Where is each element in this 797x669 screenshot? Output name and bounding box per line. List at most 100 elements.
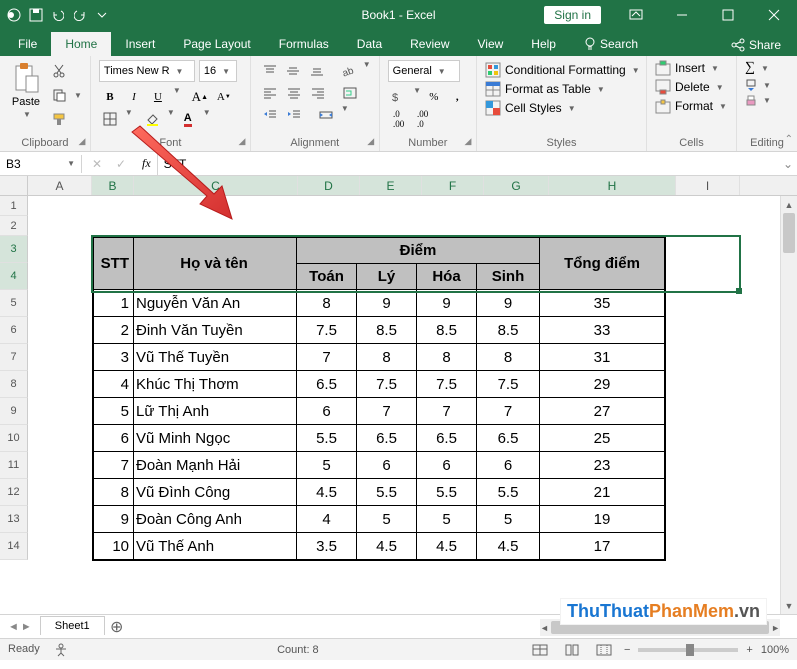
- column-header[interactable]: F: [422, 176, 484, 195]
- cell-stt[interactable]: 7: [94, 452, 134, 479]
- accessibility-icon[interactable]: [54, 643, 68, 657]
- cell-hoa[interactable]: 8.5: [417, 317, 477, 344]
- cell-toan[interactable]: 4: [297, 506, 357, 533]
- conditional-formatting-button[interactable]: Conditional Formatting▼: [485, 62, 638, 78]
- cell-stt[interactable]: 2: [94, 317, 134, 344]
- cell-total[interactable]: 21: [540, 479, 665, 506]
- cell-stt[interactable]: 6: [94, 425, 134, 452]
- cell-ly[interactable]: 6.5: [357, 425, 417, 452]
- bold-button[interactable]: B: [99, 86, 121, 108]
- page-break-view-icon[interactable]: [592, 641, 616, 659]
- cell-total[interactable]: 29: [540, 371, 665, 398]
- cell-sinh[interactable]: 7.5: [477, 371, 540, 398]
- font-color-icon[interactable]: A: [177, 108, 199, 130]
- cell-stt[interactable]: 1: [94, 290, 134, 317]
- cell-hoa[interactable]: 8: [417, 344, 477, 371]
- wrap-text-icon[interactable]: [339, 82, 361, 104]
- italic-button[interactable]: I: [123, 86, 145, 108]
- tell-me-search[interactable]: Search: [570, 32, 652, 56]
- enter-formula-icon[interactable]: ✓: [110, 153, 132, 175]
- new-sheet-button[interactable]: ⊕: [105, 617, 129, 637]
- sheet-nav-prev-icon[interactable]: ◄: [8, 621, 19, 633]
- cell-hoa[interactable]: 7: [417, 398, 477, 425]
- increase-decimal-icon[interactable]: .0.00: [388, 108, 410, 130]
- cell-ly[interactable]: 7.5: [357, 371, 417, 398]
- dialog-launcher-font[interactable]: ◢: [236, 135, 248, 147]
- cell-name[interactable]: Vũ Đình Công: [134, 479, 297, 506]
- row-header[interactable]: 6: [0, 317, 28, 344]
- align-middle-icon[interactable]: [282, 60, 303, 82]
- cell-ly[interactable]: 8.5: [357, 317, 417, 344]
- cell-hoa[interactable]: 7.5: [417, 371, 477, 398]
- sheet-tab-active[interactable]: Sheet1: [40, 616, 105, 635]
- tab-view[interactable]: View: [464, 32, 518, 56]
- zoom-in-button[interactable]: +: [746, 644, 752, 656]
- cell-name[interactable]: Đoàn Mạnh Hải: [134, 452, 297, 479]
- format-painter-icon[interactable]: [48, 108, 70, 130]
- cell-hoa[interactable]: 6: [417, 452, 477, 479]
- align-right-icon[interactable]: [307, 82, 329, 104]
- tab-home[interactable]: Home: [51, 32, 111, 56]
- cell-stt[interactable]: 10: [94, 533, 134, 560]
- cell-stt[interactable]: 8: [94, 479, 134, 506]
- th-sinh[interactable]: Sinh: [477, 264, 540, 290]
- normal-view-icon[interactable]: [528, 641, 552, 659]
- scroll-left-icon[interactable]: ◄: [540, 619, 549, 636]
- save-icon[interactable]: [28, 7, 44, 23]
- cell-total[interactable]: 33: [540, 317, 665, 344]
- row-header[interactable]: 1: [0, 196, 28, 216]
- table-row[interactable]: 4Khúc Thị Thơm6.57.57.57.529: [94, 371, 665, 398]
- scroll-down-icon[interactable]: ▼: [781, 597, 797, 614]
- column-header[interactable]: A: [28, 176, 92, 195]
- cell-name[interactable]: Đoàn Công Anh: [134, 506, 297, 533]
- row-header[interactable]: 2: [0, 216, 28, 236]
- cell-name[interactable]: Vũ Minh Ngọc: [134, 425, 297, 452]
- cell-toan[interactable]: 6: [297, 398, 357, 425]
- cell-toan[interactable]: 7: [297, 344, 357, 371]
- cell-stt[interactable]: 5: [94, 398, 134, 425]
- tab-data[interactable]: Data: [343, 32, 396, 56]
- cell-toan[interactable]: 5.5: [297, 425, 357, 452]
- cell-ly[interactable]: 5.5: [357, 479, 417, 506]
- cell-sinh[interactable]: 4.5: [477, 533, 540, 560]
- cut-icon[interactable]: [48, 60, 70, 82]
- cell-ly[interactable]: 8: [357, 344, 417, 371]
- th-toan[interactable]: Toán: [297, 264, 357, 290]
- cell-toan[interactable]: 5: [297, 452, 357, 479]
- scroll-up-icon[interactable]: ▲: [781, 196, 797, 213]
- qat-customize-icon[interactable]: [94, 7, 110, 23]
- tab-page-layout[interactable]: Page Layout: [169, 32, 264, 56]
- close-button[interactable]: [751, 0, 797, 30]
- table-row[interactable]: 7Đoàn Mạnh Hải566623: [94, 452, 665, 479]
- sheet-nav-next-icon[interactable]: ►: [21, 621, 32, 633]
- borders-icon[interactable]: [99, 108, 121, 130]
- cell-name[interactable]: Khúc Thị Thơm: [134, 371, 297, 398]
- fx-icon[interactable]: fx: [136, 152, 158, 175]
- scroll-right-icon[interactable]: ►: [771, 619, 780, 636]
- increase-indent-icon[interactable]: [283, 104, 305, 126]
- table-row[interactable]: 1Nguyễn Văn An899935: [94, 290, 665, 317]
- row-header[interactable]: 5: [0, 290, 28, 317]
- row-header[interactable]: 14: [0, 533, 28, 560]
- tab-help[interactable]: Help: [517, 32, 570, 56]
- row-header[interactable]: 8: [0, 371, 28, 398]
- table-row[interactable]: 3Vũ Thế Tuyền788831: [94, 344, 665, 371]
- decrease-decimal-icon[interactable]: .00.0: [412, 108, 434, 130]
- cell-total[interactable]: 31: [540, 344, 665, 371]
- cell-total[interactable]: 25: [540, 425, 665, 452]
- comma-format-icon[interactable]: ,: [447, 86, 468, 108]
- cell-total[interactable]: 23: [540, 452, 665, 479]
- th-stt[interactable]: STT: [94, 238, 134, 290]
- dialog-launcher-clipboard[interactable]: ◢: [76, 135, 88, 147]
- decrease-indent-icon[interactable]: [259, 104, 281, 126]
- cell-hoa[interactable]: 4.5: [417, 533, 477, 560]
- zoom-level[interactable]: 100%: [761, 644, 789, 656]
- cell-ly[interactable]: 7: [357, 398, 417, 425]
- formula-input[interactable]: STT: [158, 155, 779, 173]
- column-header[interactable]: I: [676, 176, 740, 195]
- merge-center-icon[interactable]: [315, 104, 337, 126]
- cell-toan[interactable]: 3.5: [297, 533, 357, 560]
- format-cells-button[interactable]: Format▼: [655, 98, 728, 114]
- cell-sinh[interactable]: 9: [477, 290, 540, 317]
- table-row[interactable]: 6Vũ Minh Ngọc5.56.56.56.525: [94, 425, 665, 452]
